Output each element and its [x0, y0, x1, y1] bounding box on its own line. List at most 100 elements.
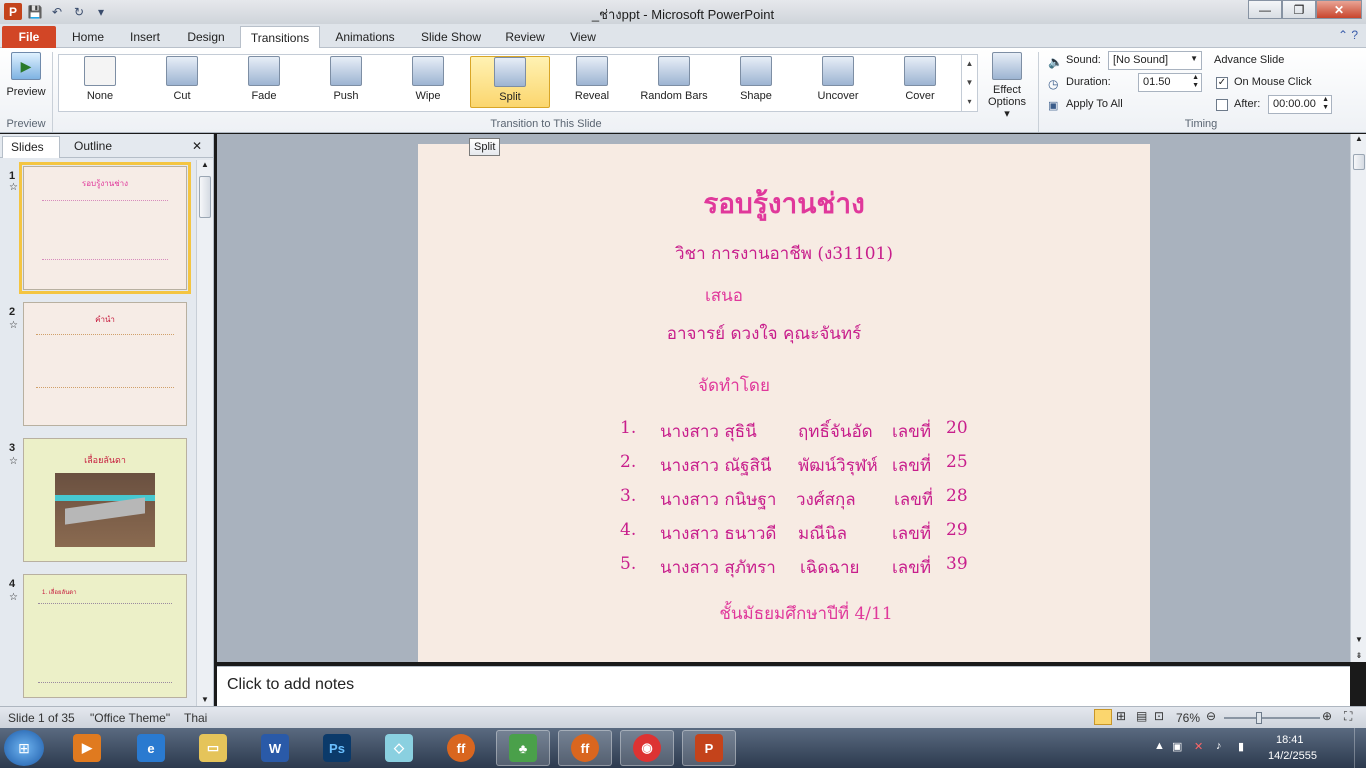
help-icon[interactable]: ⌃ ?: [1338, 28, 1358, 42]
zoom-level[interactable]: 76%: [1176, 711, 1200, 725]
signal-icon[interactable]: ▮: [1238, 740, 1244, 753]
tab-insert[interactable]: Insert: [120, 26, 170, 48]
transition-push[interactable]: Push: [306, 56, 386, 108]
transition-fade[interactable]: Fade: [224, 56, 304, 108]
tab-outline[interactable]: Outline: [66, 136, 126, 158]
preview-button[interactable]: ▶ Preview: [4, 52, 48, 110]
normal-view-icon[interactable]: [1094, 709, 1112, 725]
tab-view[interactable]: View: [562, 26, 604, 48]
tab-review[interactable]: Review: [500, 26, 550, 48]
reading-view-icon[interactable]: ▤: [1136, 709, 1147, 723]
close-pane-icon[interactable]: ✕: [190, 136, 210, 158]
after-checkbox[interactable]: [1216, 99, 1228, 111]
internet-explorer-app[interactable]: e: [124, 730, 178, 766]
scroll-down-icon[interactable]: ▼: [1351, 635, 1366, 644]
slide-thumbnail-4[interactable]: 1. เลื่อยลันดา: [23, 574, 187, 698]
transition-uncover[interactable]: Uncover: [798, 56, 878, 108]
slide-made-by[interactable]: จัดทำโดย: [418, 372, 1100, 399]
slide-thumbnail-2[interactable]: คำนำ: [23, 302, 187, 426]
explorer-app[interactable]: ▭: [186, 730, 240, 766]
scroll-thumb[interactable]: [1353, 154, 1365, 170]
transition-shape[interactable]: Shape: [716, 56, 796, 108]
tab-slide-show[interactable]: Slide Show: [414, 26, 488, 48]
start-button[interactable]: ⊞: [4, 730, 44, 766]
after-spinner[interactable]: 00:00.00 ▲ ▼: [1268, 95, 1332, 114]
language[interactable]: Thai: [184, 711, 207, 725]
slideshow-icon[interactable]: ⊡: [1154, 709, 1164, 723]
tab-slides[interactable]: Slides: [2, 136, 60, 158]
chrome-window[interactable]: ◉: [620, 730, 674, 766]
zoom-slider[interactable]: [1224, 717, 1320, 719]
firefox-app[interactable]: ff: [434, 730, 488, 766]
transition-cut[interactable]: Cut: [142, 56, 222, 108]
photoshop-app[interactable]: Ps: [310, 730, 364, 766]
chrome-icon: ◉: [633, 734, 661, 762]
slide-thumbnail-1[interactable]: รอบรู้งานช่าง: [19, 162, 191, 294]
volume-icon[interactable]: ♪: [1216, 740, 1222, 752]
effect-options-button[interactable]: Effect Options ▾: [984, 52, 1030, 120]
transition-wipe[interactable]: Wipe: [388, 56, 468, 108]
slides-pane-scrollbar[interactable]: ▲ ▼: [196, 160, 213, 706]
close-button[interactable]: ✕: [1316, 0, 1362, 19]
sound-select[interactable]: [No Sound] ▼: [1108, 51, 1202, 70]
duration-spinner[interactable]: 01.50 ▲ ▼: [1138, 73, 1202, 92]
theme-name[interactable]: "Office Theme": [90, 711, 170, 725]
zoom-out-icon[interactable]: ⊖: [1206, 709, 1216, 723]
word-app[interactable]: W: [248, 730, 302, 766]
transition-label: Fade: [251, 90, 277, 102]
notes-app[interactable]: ◇: [372, 730, 426, 766]
maximize-button[interactable]: ❐: [1282, 0, 1316, 19]
scroll-up-icon[interactable]: ▲: [1351, 134, 1366, 143]
zoom-slider-thumb[interactable]: [1256, 712, 1262, 724]
gallery-up-icon[interactable]: ▲: [962, 54, 977, 73]
powerpoint-window[interactable]: P: [682, 730, 736, 766]
media-player-app[interactable]: ▶: [60, 730, 114, 766]
spinner-arrows-icon[interactable]: ▲ ▼: [1322, 96, 1329, 112]
tab-file[interactable]: File: [2, 26, 56, 48]
slide-scrollbar[interactable]: ▲ ▼ ⇟: [1350, 134, 1366, 662]
minimize-button[interactable]: —: [1248, 0, 1282, 19]
tab-transitions[interactable]: Transitions: [240, 26, 320, 48]
scroll-down-icon[interactable]: ▼: [197, 695, 213, 704]
on-mouse-click-checkbox[interactable]: ✓: [1216, 77, 1228, 89]
transition-cover[interactable]: Cover: [880, 56, 960, 108]
tab-home[interactable]: Home: [62, 26, 114, 48]
slide-grade[interactable]: ชั้นมัธยมศึกษาปีที่ 4/11: [440, 600, 1150, 627]
next-slide-icon[interactable]: ⇟: [1351, 651, 1366, 660]
firefox-window[interactable]: ff: [558, 730, 612, 766]
slide-teacher[interactable]: อาจารย์ ดวงใจ คุณะจันทร์: [418, 320, 1130, 347]
tab-design[interactable]: Design: [178, 26, 234, 48]
messenger-app[interactable]: ♣: [496, 730, 550, 766]
transition-split[interactable]: Split: [470, 56, 550, 108]
member-surname: มณีนิล: [798, 524, 848, 544]
device-icon[interactable]: ▣: [1172, 740, 1182, 753]
slide-title[interactable]: รอบรู้งานช่าง: [418, 182, 1150, 226]
network-error-icon[interactable]: ✕: [1194, 740, 1203, 753]
show-desktop-button[interactable]: [1354, 728, 1366, 768]
clock-time[interactable]: 18:41: [1276, 734, 1304, 746]
member-surname: วงศ์สกุล: [796, 490, 856, 510]
transition-none[interactable]: None: [60, 56, 140, 108]
clock-date[interactable]: 14/2/2555: [1268, 750, 1317, 762]
transition-reveal[interactable]: Reveal: [552, 56, 632, 108]
slide-present[interactable]: เสนอ: [418, 282, 1090, 309]
spinner-arrows-icon[interactable]: ▲ ▼: [1192, 74, 1199, 90]
scroll-thumb[interactable]: [199, 176, 211, 218]
slide-sorter-icon[interactable]: ⊞: [1116, 709, 1126, 723]
tab-animations[interactable]: Animations: [328, 26, 402, 48]
gallery-more-icon[interactable]: ▾: [962, 92, 977, 111]
gallery-down-icon[interactable]: ▼: [962, 73, 977, 92]
scroll-up-icon[interactable]: ▲: [197, 160, 213, 169]
fit-to-window-icon[interactable]: ⛶: [1344, 709, 1352, 724]
current-slide[interactable]: รอบรู้งานช่าง วิชา การงานอาชีพ (ง31101) …: [418, 144, 1150, 662]
transition-random-bars[interactable]: Random Bars: [634, 56, 714, 108]
apply-to-all-button[interactable]: Apply To All: [1066, 98, 1123, 110]
effect-options-icon: [992, 52, 1022, 80]
show-hidden-icons[interactable]: ▲: [1154, 740, 1165, 752]
notes-pane[interactable]: Click to add notes: [217, 666, 1350, 706]
slide-subject[interactable]: วิชา การงานอาชีพ (ง31101): [418, 240, 1150, 267]
slide-thumbnail-3[interactable]: เลื่อยลันดา: [23, 438, 187, 562]
zoom-in-icon[interactable]: ⊕: [1322, 709, 1332, 723]
gallery-scroll[interactable]: ▲ ▼ ▾: [961, 54, 977, 112]
member-name: นางสาว ธนาวดี: [660, 524, 777, 544]
